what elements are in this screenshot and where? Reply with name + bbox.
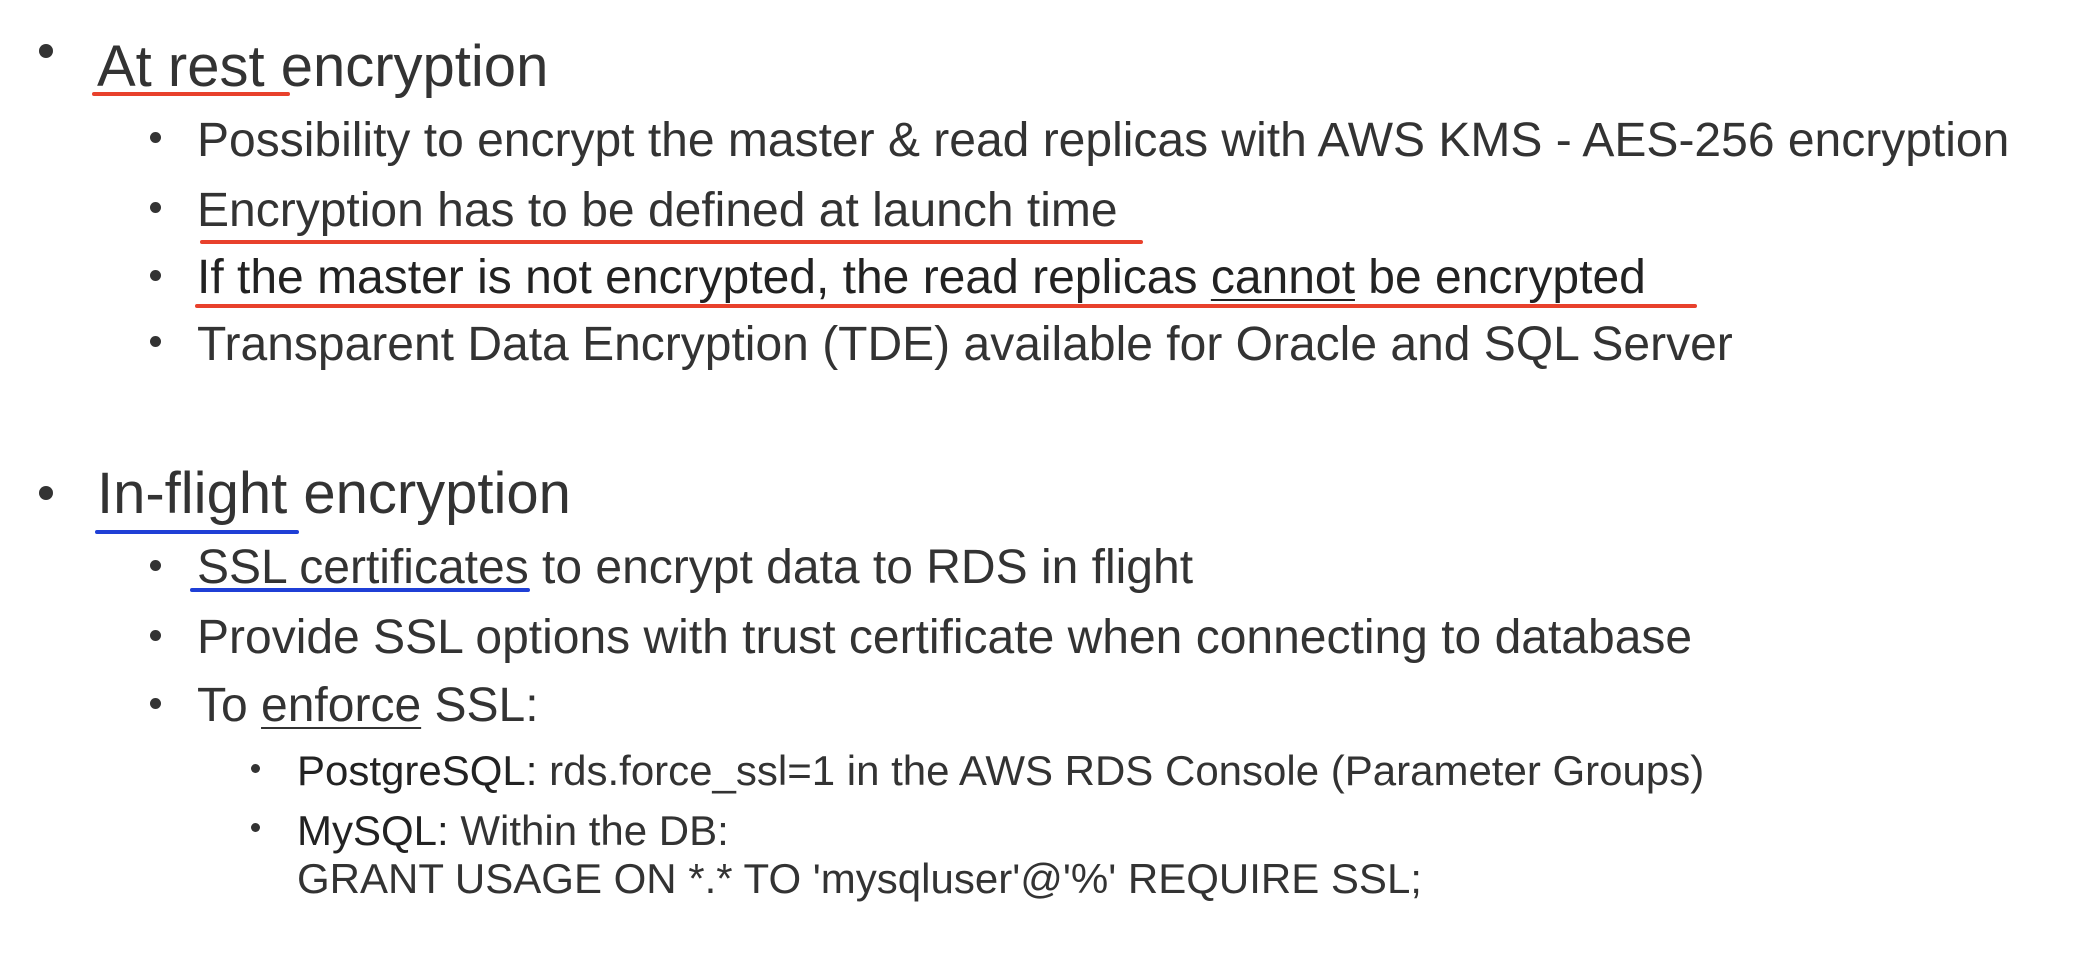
heading-at-rest-marked: At rest <box>97 34 265 99</box>
heading-at-rest: At rest encryption <box>97 38 548 96</box>
bullet-in-flight <box>39 486 53 500</box>
red-underline-launch-time <box>200 240 1143 244</box>
heading-in-flight-marked: In-flight <box>97 461 288 526</box>
bullet-item-2 <box>150 202 161 213</box>
subitem-mysql: MySQL: Within the DB: <box>297 810 729 852</box>
bullet-postgres <box>251 764 260 773</box>
bullet-item-5 <box>150 560 161 571</box>
blue-underline-ssl-certificates <box>190 588 530 592</box>
item-master-not-encrypted: If the master is not encrypted, the read… <box>197 254 1646 302</box>
red-underline-at-rest <box>92 92 290 96</box>
mysql-label: MySQL: <box>297 807 449 854</box>
bullet-mysql <box>251 823 260 832</box>
subitem-postgres: PostgreSQL: rds.force_ssl=1 in the AWS R… <box>297 750 1704 792</box>
mysql-grant-statement: GRANT USAGE ON *.* TO 'mysqluser'@'%' RE… <box>297 855 1422 902</box>
postgres-text: rds.force_ssl=1 in the AWS RDS Console (… <box>537 747 1705 794</box>
heading-in-flight: In-flight encryption <box>97 465 571 523</box>
item-launch-time: Encryption has to be defined at launch t… <box>197 184 1118 237</box>
item-master-after: be encrypted <box>1354 251 1646 304</box>
item-ssl-marked: SSL certificates <box>197 541 529 594</box>
bullet-item-6 <box>150 630 161 641</box>
heading-at-rest-rest: encryption <box>264 34 549 99</box>
mysql-text: Within the DB: <box>448 807 729 854</box>
item-enforce-underlined: enforce <box>261 679 422 732</box>
postgres-label: PostgreSQL: <box>297 747 538 794</box>
item-enforce-after: SSL: <box>421 679 539 732</box>
item-master-cannot: cannot <box>1210 251 1355 304</box>
item-ssl-options: Provide SSL options with trust certifica… <box>197 611 1693 664</box>
item-tde: Transparent Data Encryption (TDE) availa… <box>197 318 1733 371</box>
item-ssl-rest: to encrypt data to RDS in flight <box>528 541 1194 594</box>
item-enforce-ssl: To enforce SSL: <box>197 682 539 730</box>
bullet-item-4 <box>150 336 161 347</box>
bullet-item-1 <box>150 132 161 143</box>
item-ssl-certificates: SSL certificates to encrypt data to RDS … <box>197 544 1193 592</box>
red-underline-master <box>195 304 1697 308</box>
item-master-before: If the master is not encrypted, the read… <box>197 251 1211 304</box>
bullet-at-rest <box>39 44 53 58</box>
item-kms: Possibility to encrypt the master & read… <box>197 114 2010 167</box>
bullet-item-3 <box>150 270 161 281</box>
item-enforce-before: To <box>197 679 262 732</box>
blue-underline-in-flight <box>95 530 299 534</box>
bullet-item-7 <box>150 698 161 709</box>
heading-in-flight-rest: encryption <box>287 461 571 526</box>
